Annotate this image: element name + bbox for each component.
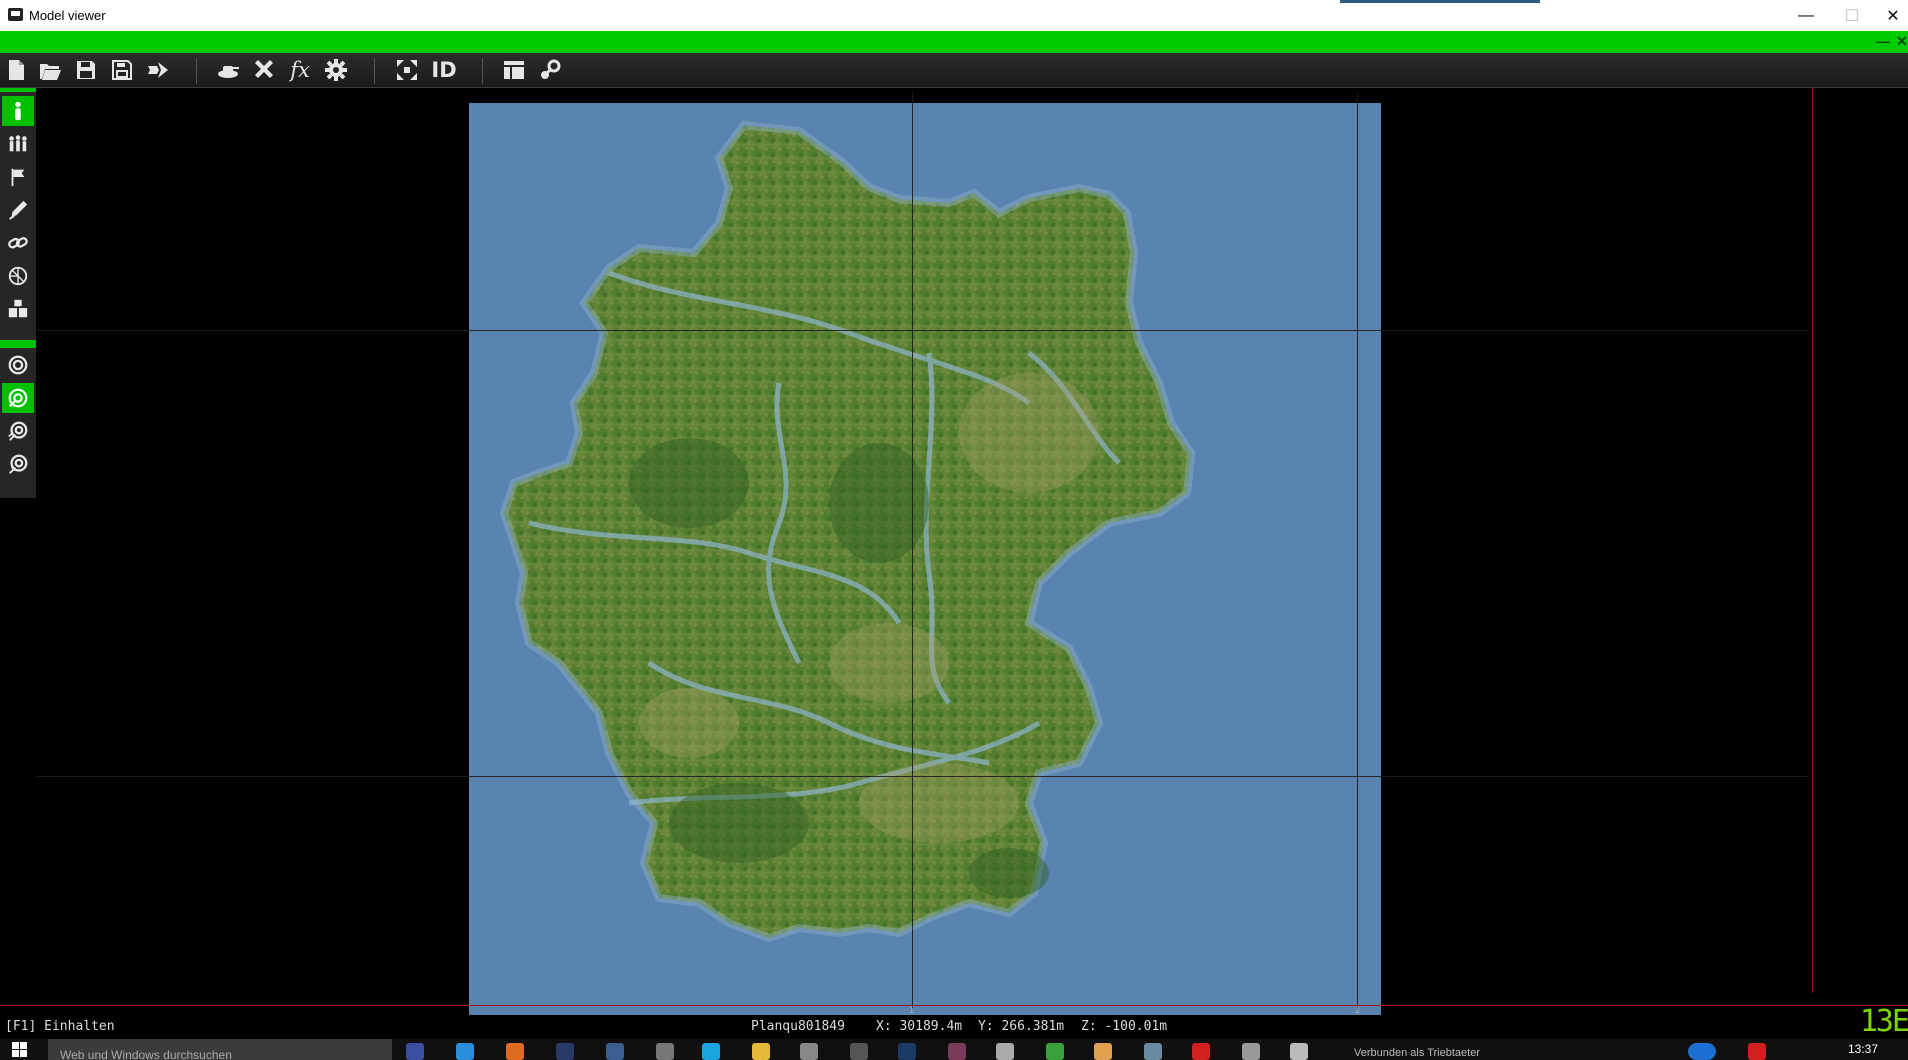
taskbar-app-icon[interactable]	[1290, 1043, 1308, 1060]
group-icon[interactable]	[2, 129, 34, 159]
grid-line	[1357, 93, 1358, 1008]
status-y-coord: Y: 266.381m	[978, 1019, 1065, 1034]
status-mode: [F1] Einhalten	[5, 1019, 115, 1034]
taskbar-firefox-icon[interactable]	[506, 1043, 524, 1060]
close-button[interactable]: ✕	[1870, 0, 1908, 31]
export-icon[interactable]	[144, 56, 172, 84]
taskbar-app-icon[interactable]	[1046, 1043, 1064, 1060]
minimize-button[interactable]: —	[1783, 0, 1829, 31]
id-icon[interactable]: ID	[428, 56, 460, 84]
status-bar: [F1] Einhalten Planqu801849 X: 30189.4m …	[0, 1015, 1908, 1039]
panel-section-divider	[0, 340, 36, 348]
toolbar-divider	[482, 58, 483, 84]
strip-close-button[interactable]: ✕	[1896, 33, 1908, 50]
search-placeholder: Web und Windows durchsuchen	[60, 1048, 232, 1060]
taskbar-app-icon[interactable]	[800, 1043, 818, 1060]
windows-start-icon[interactable]	[12, 1042, 28, 1058]
fit-view-icon[interactable]	[393, 56, 421, 84]
panel-accent	[0, 88, 36, 92]
network-status-text: Verbunden als Triebtaeter	[1354, 1047, 1480, 1059]
app-icon	[8, 8, 23, 21]
module-1-icon[interactable]	[2, 350, 34, 380]
taskbar-app-icon[interactable]	[948, 1043, 966, 1060]
os-taskbar: Web und Windows durchsuchen Verbunden al…	[0, 1039, 1908, 1060]
single-unit-icon[interactable]	[2, 96, 34, 126]
status-z-coord: Z: -100.01m	[1081, 1019, 1168, 1034]
grid-line	[912, 93, 913, 1008]
strip-minimize-button[interactable]: —	[1876, 33, 1890, 49]
boundary-line-vertical	[1812, 88, 1813, 993]
toolbar-divider	[196, 58, 197, 84]
taskbar-app-icon[interactable]	[656, 1043, 674, 1060]
boundary-line-horizontal	[0, 1005, 1908, 1006]
gear-icon[interactable]	[322, 56, 350, 84]
maximize-button[interactable]: ☐	[1829, 0, 1875, 31]
grid-line	[36, 776, 1808, 777]
grid-label-1: 1	[909, 1005, 915, 1015]
status-grid: Planqu801849	[751, 1019, 845, 1034]
objects-cubes-icon[interactable]	[2, 294, 34, 324]
fps-counter: 13E	[1859, 1004, 1908, 1039]
tray-app-icon[interactable]	[1748, 1043, 1766, 1060]
main-toolbar: fx ID	[0, 53, 1908, 88]
module-4-icon[interactable]	[2, 449, 34, 479]
layout-icon[interactable]	[500, 56, 528, 84]
fx-icon[interactable]: fx	[286, 56, 314, 84]
taskbar-app-icon[interactable]	[1094, 1043, 1112, 1060]
steam-icon[interactable]	[536, 56, 564, 84]
grid-line	[36, 330, 1808, 331]
save-icon[interactable]	[72, 56, 100, 84]
link-icon[interactable]	[2, 228, 34, 258]
taskbar-steam-icon[interactable]	[556, 1043, 574, 1060]
mode-strip: — ✕	[0, 31, 1908, 53]
new-file-icon[interactable]	[2, 56, 30, 84]
tools-icon[interactable]	[250, 56, 278, 84]
taskbar-app-icon[interactable]	[406, 1043, 424, 1060]
taskbar-app-icon[interactable]	[1192, 1043, 1210, 1060]
taskbar-search-input[interactable]: Web und Windows durchsuchen	[48, 1039, 392, 1060]
module-2-icon[interactable]	[2, 383, 34, 413]
window-titlebar: Model viewer — ☐ ✕	[0, 0, 1908, 31]
vehicle-icon[interactable]	[214, 56, 242, 84]
marker-icon[interactable]	[2, 261, 34, 291]
trigger-pen-icon[interactable]	[2, 195, 34, 225]
taskbar-clock: 13:37	[1847, 1042, 1878, 1056]
terrain-satellite-image	[499, 120, 1196, 943]
taskbar-app-icon[interactable]	[1144, 1043, 1162, 1060]
taskbar-app-icon[interactable]	[606, 1043, 624, 1060]
grid-label-2: 2	[1355, 1005, 1361, 1015]
toolbar-divider	[374, 58, 375, 84]
waypoint-flag-icon[interactable]	[2, 162, 34, 192]
save-as-icon[interactable]	[108, 56, 136, 84]
taskbar-app-icon[interactable]	[996, 1043, 1014, 1060]
taskbar-browser-icon[interactable]	[456, 1043, 474, 1060]
help-icon[interactable]	[1688, 1043, 1716, 1060]
taskbar-photoshop-icon[interactable]	[898, 1043, 916, 1060]
taskbar-folder-icon[interactable]	[752, 1043, 770, 1060]
editor-mode-panel	[0, 88, 36, 498]
taskbar-app-icon[interactable]	[850, 1043, 868, 1060]
window-focus-indicator	[1340, 0, 1540, 3]
window-title: Model viewer	[29, 8, 106, 23]
terrain-map[interactable]	[469, 103, 1381, 1016]
status-x-coord: X: 30189.4m	[876, 1019, 963, 1034]
taskbar-skype-icon[interactable]	[702, 1043, 720, 1060]
module-3-icon[interactable]	[2, 416, 34, 446]
taskbar-app-icon[interactable]	[1242, 1043, 1260, 1060]
open-folder-icon[interactable]	[36, 56, 64, 84]
